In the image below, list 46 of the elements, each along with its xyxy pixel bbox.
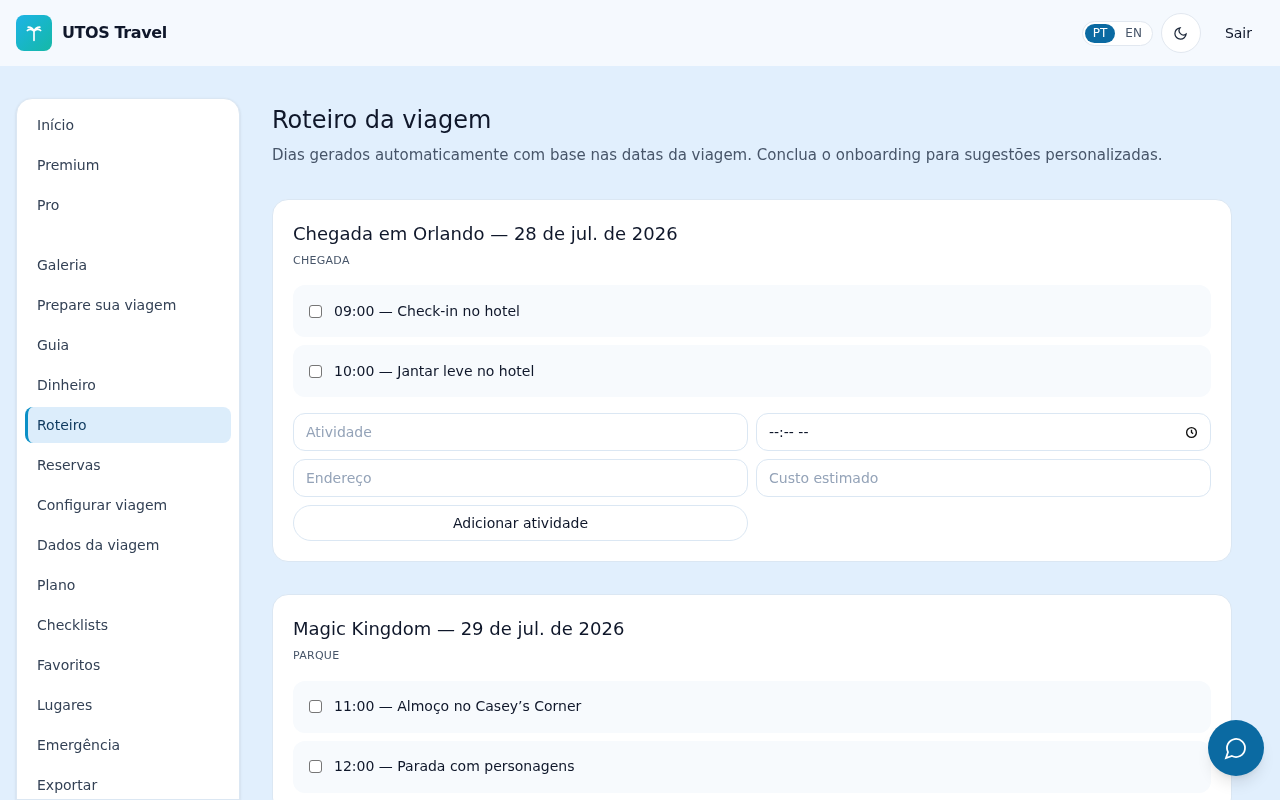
day-title: Chegada em Orlando — 28 de jul. de 2026 <box>293 221 679 246</box>
sidebar-item[interactable]: Dinheiro <box>25 367 231 403</box>
palm-tree-icon <box>24 23 44 43</box>
sidebar-item[interactable]: Reservas <box>25 447 231 483</box>
sidebar-item[interactable]: Lugares <box>25 687 231 723</box>
day-title: Magic Kingdom — 29 de jul. de 2026 <box>293 617 626 641</box>
logout-button[interactable]: Sair <box>1212 13 1264 53</box>
sidebar-item[interactable]: Roteiro <box>25 407 231 443</box>
sidebar-item[interactable]: Favoritos <box>25 647 231 683</box>
add-activity-button[interactable]: Adicionar atividade <box>293 505 748 541</box>
sidebar-item[interactable]: Pro <box>25 187 231 223</box>
checkbox[interactable] <box>309 700 322 713</box>
checkbox[interactable] <box>309 304 322 318</box>
language-option[interactable]: EN <box>1117 23 1150 43</box>
activity-label: 10:00 — Jantar leve no hotel <box>334 361 535 381</box>
chat-bubble-icon <box>1224 736 1248 760</box>
page-subtitle: Dias gerados automaticamente com base nas datas da viagem. Conclua o onboarding para sugestões personalizadas. <box>272 145 1164 166</box>
activity-label: 12:00 — Parada com personagens <box>334 757 575 776</box>
clock-icon <box>1185 425 1198 439</box>
sidebar-item[interactable]: Configurar viagem <box>25 487 231 523</box>
sidebar-item[interactable]: Exportar <box>25 767 231 800</box>
sidebar-item[interactable]: Início <box>25 107 231 143</box>
sidebar-item[interactable]: Dados da viagem <box>25 527 231 563</box>
address-input[interactable]: Endereço <box>293 459 748 497</box>
day-type: PARQUE <box>293 648 341 664</box>
sidebar-item[interactable]: Guia <box>25 327 231 363</box>
sidebar-item[interactable]: Plano <box>25 567 231 603</box>
brand-name: UTOS Travel <box>62 22 167 44</box>
checkbox[interactable] <box>309 760 322 773</box>
sidebar-item[interactable]: Prepare sua viagem <box>25 287 231 323</box>
sidebar-item[interactable]: Checklists <box>25 607 231 643</box>
dark-mode-button[interactable] <box>1160 13 1201 53</box>
sidebar-item[interactable]: Emergência <box>25 727 231 763</box>
time-input[interactable]: --:-- -- <box>756 413 1211 451</box>
cost-input[interactable]: Custo estimado <box>756 459 1211 497</box>
activity-input[interactable]: Atividade <box>293 413 748 451</box>
day-type: CHEGADA <box>293 252 351 269</box>
activity-label: 09:00 — Check-in no hotel <box>334 301 520 321</box>
page-title: Roteiro da viagem <box>272 105 493 136</box>
chat-button[interactable] <box>1208 720 1264 776</box>
sidebar-item[interactable]: Galeria <box>25 247 231 283</box>
sidebar-item[interactable]: Premium <box>25 147 231 183</box>
language-option[interactable]: PT <box>1084 23 1116 43</box>
moon-icon <box>1173 25 1189 41</box>
activity-label: 11:00 — Almoço no Casey’s Corner <box>334 697 582 716</box>
checkbox[interactable] <box>309 364 322 378</box>
